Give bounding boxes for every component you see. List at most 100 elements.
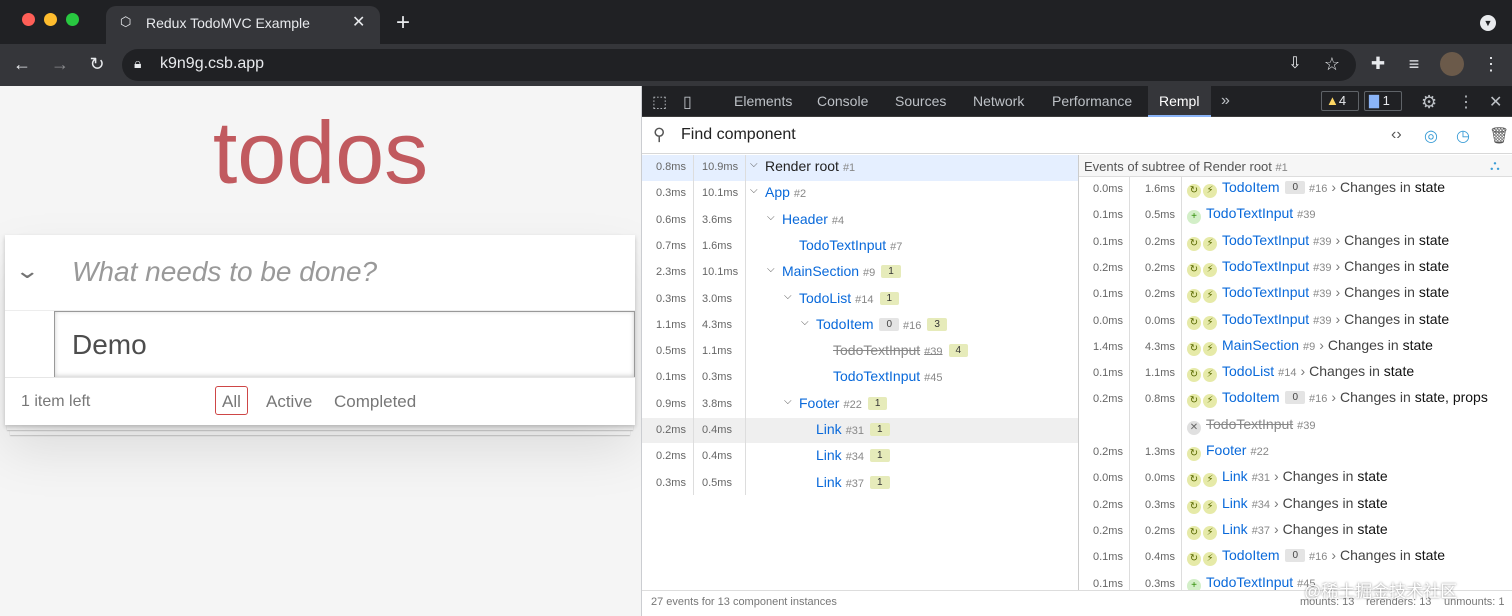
filter-all[interactable]: All bbox=[215, 386, 248, 415]
devtools-close-icon[interactable]: ✕ bbox=[1489, 92, 1502, 112]
event-row[interactable]: 0.0ms 1.6ms ↻ ⚡︎ TodoItem 0 #16 › Changes in s… bbox=[1079, 176, 1512, 202]
zoom-window-button[interactable] bbox=[66, 13, 79, 26]
tree-row[interactable]: 2.3ms 10.1ms ⌵ MainSection #9 1 bbox=[642, 260, 1078, 286]
change-reason[interactable]: › Changes in state, props bbox=[1331, 389, 1487, 405]
toggle-all-chevron-icon[interactable]: ⌄ bbox=[14, 258, 40, 284]
event-row[interactable]: 0.2ms 0.8ms ↻ ⚡︎ TodoItem 0 #16 › Changes in s… bbox=[1079, 386, 1512, 412]
filter-completed[interactable]: Completed bbox=[327, 386, 423, 415]
component-name[interactable]: TodoTextInput bbox=[1206, 205, 1293, 221]
install-app-icon[interactable]: ⇩ bbox=[1283, 52, 1307, 76]
change-reason[interactable]: › Changes in state bbox=[1274, 468, 1388, 484]
component-name[interactable]: TodoTextInput bbox=[1206, 416, 1293, 432]
devtools-menu-icon[interactable]: ⋮ bbox=[1458, 92, 1474, 112]
change-reason[interactable]: › Changes in state bbox=[1319, 337, 1433, 353]
tree-row[interactable]: 0.2ms 0.4ms Link #34 1 bbox=[642, 444, 1078, 470]
expand-caret-icon[interactable]: ⌵ bbox=[767, 212, 775, 223]
change-reason[interactable]: › Changes in state bbox=[1274, 521, 1388, 537]
component-name[interactable]: TodoTextInput bbox=[1222, 311, 1309, 327]
component-name[interactable]: TodoTextInput bbox=[1206, 574, 1293, 590]
component-name[interactable]: Link #37 1 bbox=[816, 474, 890, 490]
event-row[interactable]: 0.1ms 0.5ms + TodoTextInput #39 bbox=[1079, 202, 1512, 228]
component-name[interactable]: TodoItem bbox=[1222, 179, 1280, 195]
tree-row[interactable]: 0.6ms 3.6ms ⌵ Header #4 bbox=[642, 208, 1078, 234]
event-row[interactable]: 0.1ms 0.2ms ↻ ⚡︎ TodoTextInput #39 › Changes i… bbox=[1079, 281, 1512, 307]
tab-search-icon[interactable]: ▼ bbox=[1480, 15, 1496, 31]
event-row[interactable]: 0.2ms 0.3ms ↻ ⚡︎ Link #34 › Changes in state bbox=[1079, 492, 1512, 518]
component-name[interactable]: TodoList #14 1 bbox=[799, 290, 900, 306]
change-reason[interactable]: › Changes in state bbox=[1336, 311, 1450, 327]
component-name[interactable]: TodoTextInput #7 bbox=[799, 237, 902, 253]
extensions-icon[interactable]: ✚ bbox=[1366, 52, 1390, 76]
address-bar[interactable] bbox=[122, 49, 1356, 81]
component-name[interactable]: MainSection bbox=[1222, 337, 1299, 353]
tab-close-icon[interactable]: ✕ bbox=[352, 12, 365, 32]
expand-caret-icon[interactable]: ⌵ bbox=[784, 396, 792, 407]
change-reason[interactable]: › Changes in state bbox=[1336, 258, 1450, 274]
bookmark-star-icon[interactable]: ☆ bbox=[1320, 52, 1344, 76]
tree-row[interactable]: 0.1ms 0.3ms TodoTextInput #45 bbox=[642, 365, 1078, 391]
component-name[interactable]: TodoItem bbox=[1222, 547, 1280, 563]
tab-performance[interactable]: Performance bbox=[1052, 93, 1132, 109]
device-toolbar-icon[interactable]: ▯ bbox=[683, 92, 692, 112]
tab-elements[interactable]: Elements bbox=[734, 93, 792, 109]
component-name[interactable]: TodoTextInput #45 bbox=[833, 368, 943, 384]
forward-icon[interactable]: → bbox=[48, 52, 72, 76]
filter-active[interactable]: Active bbox=[259, 386, 319, 415]
close-window-button[interactable] bbox=[22, 13, 35, 26]
component-name[interactable]: MainSection #9 1 bbox=[782, 263, 901, 279]
inspect-element-icon[interactable]: ⬚ bbox=[652, 92, 667, 112]
more-tabs-icon[interactable]: » bbox=[1221, 92, 1230, 110]
timer-icon[interactable]: ◷ bbox=[1456, 126, 1470, 146]
expand-caret-icon[interactable]: ⌵ bbox=[801, 317, 809, 328]
tree-row[interactable]: 0.3ms 0.5ms Link #37 1 bbox=[642, 471, 1078, 497]
component-name[interactable]: Footer #22 1 bbox=[799, 395, 888, 411]
component-name[interactable]: App #2 bbox=[765, 184, 806, 200]
event-row[interactable]: 0.1ms 1.1ms ↻ ⚡︎ TodoList #14 › Changes in sta… bbox=[1079, 360, 1512, 386]
tab-network[interactable]: Network bbox=[973, 93, 1024, 109]
change-reason[interactable]: › Changes in state bbox=[1336, 284, 1450, 300]
tree-row[interactable]: 0.3ms 10.1ms ⌵ App #2 bbox=[642, 181, 1078, 207]
event-row[interactable]: 0.1ms 0.2ms ↻ ⚡︎ TodoTextInput #39 › Changes i… bbox=[1079, 229, 1512, 255]
component-name[interactable]: Link #34 1 bbox=[816, 447, 890, 463]
tree-row[interactable]: 0.2ms 0.4ms Link #31 1 bbox=[642, 418, 1078, 444]
component-name[interactable]: Header #4 bbox=[782, 211, 844, 227]
event-row[interactable]: ✕ TodoTextInput #39 bbox=[1079, 413, 1512, 439]
change-reason[interactable]: › Changes in state bbox=[1274, 495, 1388, 511]
component-name[interactable]: TodoTextInput bbox=[1222, 232, 1309, 248]
settings-gear-icon[interactable]: ⚙ bbox=[1421, 92, 1437, 113]
event-row[interactable]: 0.2ms 0.2ms ↻ ⚡︎ Link #37 › Changes in state bbox=[1079, 518, 1512, 544]
tree-row[interactable]: 0.8ms 10.9ms ⌵ Render root #1 bbox=[642, 155, 1078, 181]
component-name[interactable]: Link bbox=[1222, 495, 1248, 511]
new-tab-icon[interactable]: + bbox=[396, 9, 410, 37]
expand-caret-icon[interactable]: ⌵ bbox=[767, 264, 775, 275]
change-reason[interactable]: › Changes in state bbox=[1331, 547, 1445, 563]
tree-row[interactable]: 0.9ms 3.8ms ⌵ Footer #22 1 bbox=[642, 392, 1078, 418]
component-name[interactable]: TodoTextInput #39 4 bbox=[833, 342, 969, 358]
tree-view-icon[interactable]: ⛬ bbox=[1490, 157, 1500, 174]
tab-rempl[interactable]: Rempl bbox=[1159, 93, 1199, 109]
component-name[interactable]: Link bbox=[1222, 521, 1248, 537]
component-name[interactable]: TodoTextInput bbox=[1222, 284, 1309, 300]
expand-caret-icon[interactable]: ⌵ bbox=[750, 185, 758, 196]
expand-caret-icon[interactable]: ⌵ bbox=[750, 159, 758, 170]
event-row[interactable]: 0.1ms 0.4ms ↻ ⚡︎ TodoItem 0 #16 › Changes in s… bbox=[1079, 544, 1512, 570]
clear-trash-icon[interactable]: 🗑︎ bbox=[1489, 126, 1509, 146]
event-row[interactable]: 0.0ms 0.0ms ↻ ⚡︎ TodoTextInput #39 › Changes i… bbox=[1079, 308, 1512, 334]
change-reason[interactable]: › Changes in state bbox=[1331, 179, 1445, 195]
back-icon[interactable]: ← bbox=[10, 52, 34, 76]
change-reason[interactable]: › Changes in state bbox=[1336, 232, 1450, 248]
event-row[interactable]: 1.4ms 4.3ms ↻ ⚡︎ MainSection #9 › Changes in s… bbox=[1079, 334, 1512, 360]
new-todo-input[interactable]: What needs to be done? bbox=[72, 256, 377, 288]
component-name[interactable]: Footer bbox=[1206, 442, 1246, 458]
tree-row[interactable]: 0.5ms 1.1ms TodoTextInput #39 4 bbox=[642, 339, 1078, 365]
component-name[interactable]: TodoList bbox=[1222, 363, 1274, 379]
event-row[interactable]: 0.0ms 0.0ms ↻ ⚡︎ Link #31 › Changes in state bbox=[1079, 465, 1512, 491]
change-reason[interactable]: › Changes in state bbox=[1301, 363, 1415, 379]
minimize-window-button[interactable] bbox=[44, 13, 57, 26]
tab-console[interactable]: Console bbox=[817, 93, 868, 109]
messages-badge[interactable]: ▇ 1 bbox=[1364, 91, 1402, 111]
tree-row[interactable]: 0.7ms 1.6ms TodoTextInput #7 bbox=[642, 234, 1078, 260]
component-name[interactable]: TodoTextInput bbox=[1222, 258, 1309, 274]
warnings-badge[interactable]: ▲4 bbox=[1321, 91, 1359, 111]
expand-caret-icon[interactable]: ⌵ bbox=[784, 291, 792, 302]
